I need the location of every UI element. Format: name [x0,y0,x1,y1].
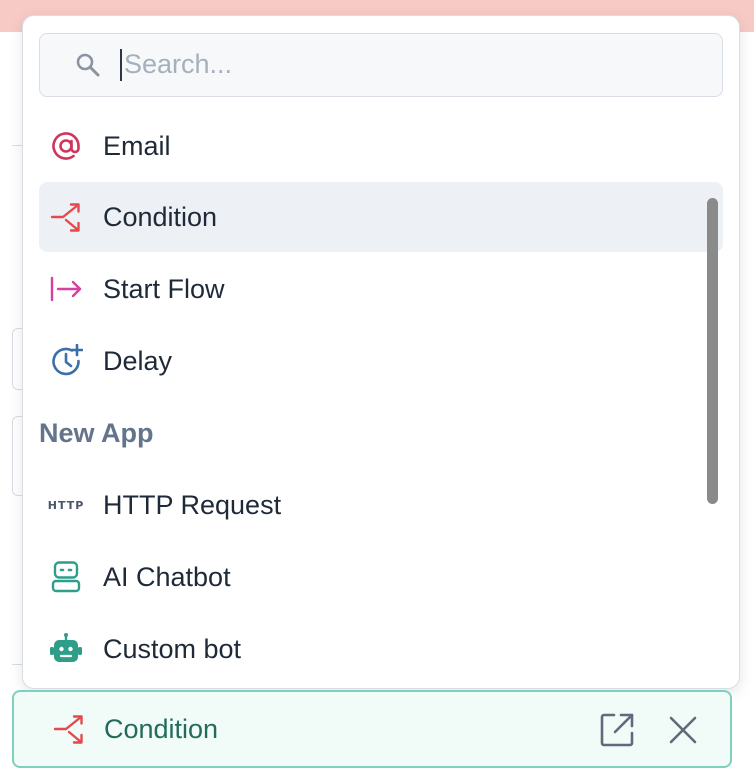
menu-item-label: HTTP Request [103,490,282,520]
menu-item-custom-bot[interactable]: Custom bot [39,614,723,684]
search-input[interactable] [124,42,684,86]
condition-icon [49,200,83,234]
menu-item-condition[interactable]: Condition [39,182,723,252]
group-label-new-app: New App [39,418,154,448]
background-divider [12,664,22,665]
menu-item-http-request[interactable]: HTTP HTTP Request [39,470,723,540]
text-caret [120,49,122,81]
selected-step-field[interactable]: Condition [12,690,732,768]
step-picker-dropdown: Email Condition Start Flow [22,15,740,689]
search-box[interactable] [39,33,723,97]
menu-item-start-flow[interactable]: Start Flow [39,254,723,324]
menu-item-label: Condition [103,202,218,232]
menu-item-label: Delay [103,346,173,376]
http-icon: HTTP [47,498,85,512]
dropdown-scrollbar[interactable] [707,198,718,504]
background-divider [12,145,22,146]
menu-item-email[interactable]: Email [39,111,723,181]
condition-icon [52,712,86,746]
close-icon[interactable] [664,711,702,749]
open-external-icon[interactable] [598,711,636,749]
menu-item-label: Custom bot [103,634,242,664]
menu-item-label: Start Flow [103,274,225,304]
ai-chatbot-icon [49,560,83,594]
delay-clock-icon [49,344,83,378]
search-icon [76,53,100,77]
menu-item-ai-chatbot[interactable]: AI Chatbot [39,542,723,612]
menu-item-label: Email [103,131,171,161]
menu-item-label: AI Chatbot [103,562,231,592]
custom-bot-icon [49,632,83,666]
selected-step-label: Condition [104,714,219,744]
at-sign-icon [49,129,83,163]
menu-item-delay[interactable]: Delay [39,326,723,396]
start-flow-icon [49,272,83,306]
